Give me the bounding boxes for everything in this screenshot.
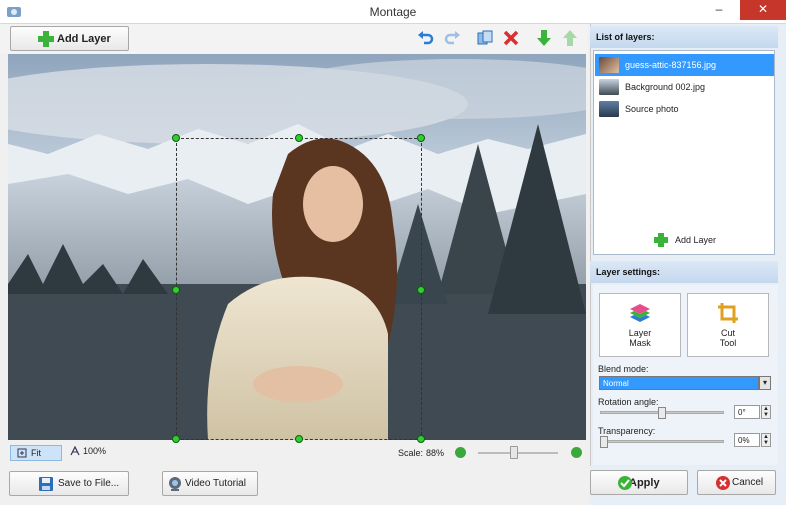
layers-list: guess-attic-837156.jpg Background 002.jp… xyxy=(593,50,775,255)
cancel-label: Cancel xyxy=(732,477,764,488)
cut-tool-button[interactable]: Cut Tool xyxy=(687,293,769,357)
redo-icon[interactable] xyxy=(443,29,461,47)
copy-icon[interactable] xyxy=(476,29,494,47)
blend-mode-select[interactable]: Normal xyxy=(599,376,759,390)
scale-value: 88% xyxy=(426,448,445,458)
window-title: Montage xyxy=(369,5,417,19)
resize-handle[interactable] xyxy=(417,435,425,443)
resize-handle[interactable] xyxy=(172,286,180,294)
resize-handle[interactable] xyxy=(295,134,303,142)
video-tutorial-button[interactable]: Video Tutorial xyxy=(162,471,258,496)
apply-label: Apply xyxy=(629,476,660,489)
layer-thumbnail xyxy=(599,79,619,95)
cut-tool-label-1: Cut xyxy=(720,328,735,338)
layer-thumbnail xyxy=(599,57,619,73)
zoom-slider-thumb[interactable] xyxy=(510,446,518,459)
layer-item[interactable]: guess-attic-837156.jpg xyxy=(595,54,774,76)
title-bar: Montage – ✕ xyxy=(0,0,786,24)
zoom-in-icon[interactable] xyxy=(571,447,582,458)
undo-icon[interactable] xyxy=(417,29,435,47)
layer-name: Source photo xyxy=(625,104,679,114)
rotation-input[interactable]: 0° xyxy=(734,405,760,419)
fit-label: Fit xyxy=(31,448,41,458)
plus-icon xyxy=(654,233,668,247)
crop-icon xyxy=(718,303,738,323)
settings-header: Layer settings: xyxy=(590,261,778,283)
resize-handle[interactable] xyxy=(417,286,425,294)
layers-header: List of layers: xyxy=(590,26,778,48)
delete-icon[interactable] xyxy=(502,29,520,47)
transparency-label: Transparency: xyxy=(598,426,656,436)
transparency-slider-thumb[interactable] xyxy=(600,436,608,448)
video-label: Video Tutorial xyxy=(185,478,246,489)
move-down-icon[interactable] xyxy=(535,29,553,47)
minimize-button[interactable]: – xyxy=(706,0,732,20)
transparency-slider-track[interactable] xyxy=(600,440,724,443)
save-label: Save to File... xyxy=(58,478,120,489)
layer-name: guess-attic-837156.jpg xyxy=(625,60,717,70)
layer-item[interactable]: Source photo xyxy=(595,98,774,120)
close-button[interactable]: ✕ xyxy=(740,0,786,20)
cut-tool-label-2: Tool xyxy=(719,338,737,348)
rotation-slider-thumb[interactable] xyxy=(658,407,666,419)
layer-item[interactable]: Background 002.jpg xyxy=(595,76,774,98)
zoom-100-button[interactable]: 100% xyxy=(70,446,106,456)
panel-add-layer-button[interactable]: Add Layer xyxy=(653,232,716,248)
selection-box[interactable] xyxy=(176,138,422,440)
transparency-spinner[interactable]: ▲ ▼ xyxy=(761,433,771,447)
zoom-actual-icon xyxy=(70,446,80,456)
layer-thumbnail xyxy=(599,101,619,117)
fit-button[interactable]: Fit xyxy=(10,445,62,461)
apply-button[interactable]: Apply xyxy=(590,470,688,495)
rotation-label: Rotation angle: xyxy=(598,397,659,407)
zoom-out-icon[interactable] xyxy=(455,447,466,458)
webcam-icon xyxy=(169,477,181,491)
layer-mask-label-2: Mask xyxy=(629,338,651,348)
add-layer-button[interactable]: Add Layer xyxy=(10,26,129,51)
transparency-input[interactable]: 0% xyxy=(734,433,760,447)
layers-stack-icon xyxy=(630,304,650,322)
save-to-file-button[interactable]: Save to File... xyxy=(9,471,129,496)
resize-handle[interactable] xyxy=(172,435,180,443)
fit-icon xyxy=(17,448,27,458)
floppy-disk-icon xyxy=(39,477,53,491)
resize-handle[interactable] xyxy=(295,435,303,443)
add-layer-label: Add Layer xyxy=(57,32,111,45)
move-up-icon[interactable] xyxy=(561,29,579,47)
plus-icon xyxy=(38,31,54,47)
layer-mask-button[interactable]: Layer Mask xyxy=(599,293,681,357)
rotation-spinner[interactable]: ▲ ▼ xyxy=(761,405,771,419)
cancel-button[interactable]: Cancel xyxy=(697,470,776,495)
panel-add-layer-label: Add Layer xyxy=(675,235,717,245)
layer-mask-label-1: Layer xyxy=(628,328,652,338)
cancel-icon xyxy=(716,476,730,490)
resize-handle[interactable] xyxy=(172,134,180,142)
chevron-down-icon[interactable]: ▾ xyxy=(759,376,771,390)
resize-handle[interactable] xyxy=(417,134,425,142)
layer-name: Background 002.jpg xyxy=(625,82,706,92)
scale-label: Scale: xyxy=(398,448,424,458)
blend-mode-label: Blend mode: xyxy=(598,364,649,374)
checkmark-icon xyxy=(618,476,632,490)
zoom-slider-track[interactable] xyxy=(478,452,558,454)
zoom-100-label: 100% xyxy=(83,446,107,456)
